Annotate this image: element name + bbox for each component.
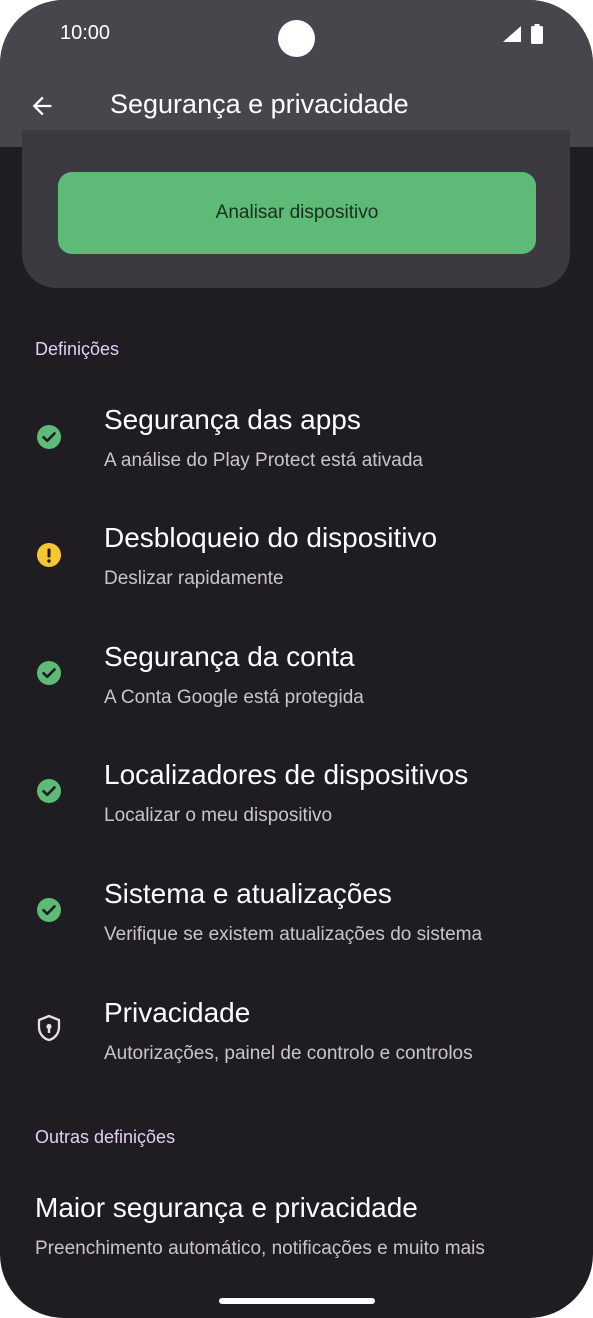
- app-bar: 10:00 Segurança e privacidade: [0, 0, 593, 147]
- check-circle-icon: [36, 660, 62, 686]
- warning-circle-icon: [36, 542, 62, 568]
- list-item-subtitle: A análise do Play Protect está ativada: [104, 450, 423, 471]
- list-item-title: Desbloqueio do dispositivo: [104, 522, 438, 553]
- section-header-other-settings: Outras definições: [35, 1127, 176, 1147]
- list-item-subtitle: A Conta Google está protegida: [104, 687, 364, 708]
- check-circle-icon: [36, 778, 62, 804]
- list-item-subtitle: Autorizações, painel de controlo e contr…: [104, 1043, 473, 1064]
- list-item-device-unlock[interactable]: Desbloqueio do dispositivo Deslizar rapi…: [0, 522, 593, 622]
- list-item-subtitle: Localizar o meu dispositivo: [104, 805, 333, 826]
- check-circle-icon: [36, 424, 62, 450]
- home-indicator[interactable]: [219, 1298, 375, 1304]
- back-arrow-icon: [32, 96, 52, 116]
- scan-device-button[interactable]: Analisar dispositivo: [58, 172, 536, 254]
- list-item-title: Segurança das apps: [104, 404, 361, 435]
- battery-icon: [531, 24, 543, 44]
- list-item-system-updates[interactable]: Sistema e atualizações Verifique se exis…: [0, 878, 593, 978]
- status-time: 10:00: [60, 22, 111, 44]
- list-item-title: Maior segurança e privacidade: [35, 1192, 418, 1223]
- list-item-title: Segurança da conta: [104, 641, 355, 672]
- list-item-subtitle: Preenchimento automático, notificações e…: [35, 1238, 485, 1259]
- signal-icon: [503, 26, 521, 42]
- list-item-privacy[interactable]: Privacidade Autorizações, painel de cont…: [0, 997, 593, 1097]
- back-button[interactable]: [20, 84, 64, 128]
- list-item-title: Localizadores de dispositivos: [104, 759, 469, 790]
- list-item-subtitle: Deslizar rapidamente: [104, 568, 284, 589]
- section-header-settings: Definições: [35, 339, 120, 359]
- list-item-app-security[interactable]: Segurança das apps A análise do Play Pro…: [0, 404, 593, 504]
- list-item-more-security[interactable]: Maior segurança e privacidade Preenchime…: [0, 1192, 593, 1292]
- list-item-account-security[interactable]: Segurança da conta A Conta Google está p…: [0, 641, 593, 741]
- page-title: Segurança e privacidade: [110, 89, 409, 119]
- list-item-title: Privacidade: [104, 997, 251, 1028]
- list-item-subtitle: Verifique se existem atualizações do sis…: [104, 924, 483, 945]
- privacy-shield-icon: [36, 1014, 62, 1042]
- phone-screen: 10:00 Segurança e privacidade Analisar d…: [0, 0, 593, 1318]
- check-circle-icon: [36, 897, 62, 923]
- camera-cutout: [278, 20, 315, 57]
- list-item-find-device[interactable]: Localizadores de dispositivos Localizar …: [0, 759, 593, 859]
- list-item-title: Sistema e atualizações: [104, 878, 392, 909]
